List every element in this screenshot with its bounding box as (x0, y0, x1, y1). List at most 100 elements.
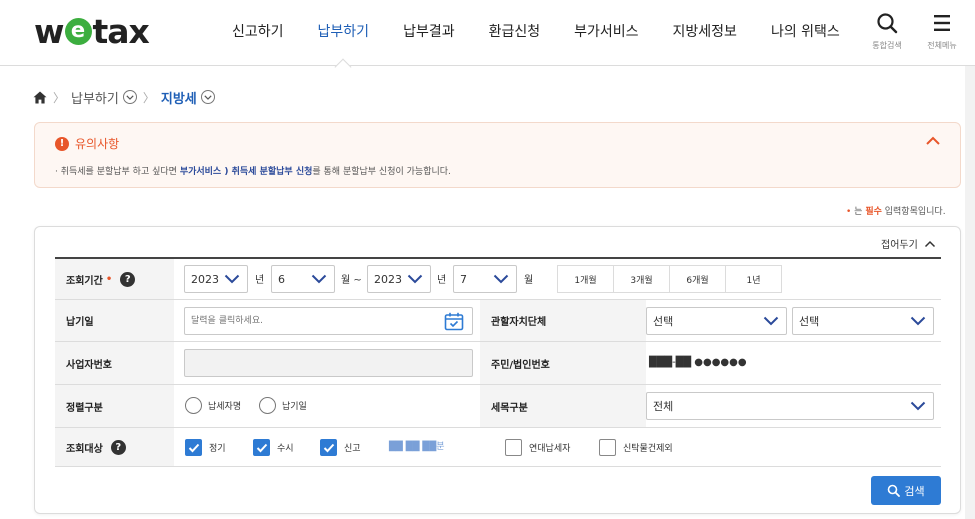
target-label-text: 조회대상 (66, 440, 103, 455)
sort-cell: 납세자명 납기일 (174, 385, 480, 427)
logo-text-w: w (34, 12, 64, 51)
checkbox-unchecked (505, 439, 522, 456)
tax-item-select[interactable]: 전체 (646, 392, 934, 420)
chevron-right-icon: 〉 (143, 89, 155, 106)
period-6-months-button[interactable]: 6개월 (669, 265, 726, 293)
help-icon[interactable]: ? (120, 272, 135, 287)
resident-no-masked: ███-██ ●●●●●● (649, 357, 747, 368)
required-note: • 는 필수 입력항목입니다. (846, 204, 946, 217)
check-regular[interactable]: 정기 (185, 439, 226, 456)
row-pay-date: 납기일 관할자치단체 선택 선택 (55, 300, 941, 342)
check-occasional[interactable]: 수시 (253, 439, 294, 456)
check-report[interactable]: 신고 (320, 439, 361, 456)
tax-item-label: 세목구분 (480, 385, 646, 427)
sort-label: 정렬구분 (55, 385, 174, 427)
check-icon (188, 443, 200, 453)
required-note-must: 필수 (865, 207, 882, 217)
breadcrumb-level2[interactable]: 지방세 (161, 88, 197, 107)
notice-title: ! 유의사항 (55, 135, 119, 152)
period-1-year-button[interactable]: 1년 (725, 265, 782, 293)
period-label-text: 조회기간 (66, 272, 103, 287)
search-label: 통합검색 (864, 40, 910, 51)
pay-date-label: 납기일 (55, 300, 174, 341)
jurisdiction-province-value: 선택 (653, 313, 673, 329)
search-form-table: 조회기간 • ? 2023 년 6 월 ~ 2023 년 7 (55, 257, 941, 467)
to-month-select[interactable]: 7 (453, 265, 517, 293)
chevron-down-icon (910, 401, 926, 411)
nav-extra-services[interactable]: 부가서비스 (557, 0, 655, 66)
jurisdiction-label-text: 관할자치단체 (491, 313, 546, 328)
nav-file-report[interactable]: 신고하기 (215, 0, 301, 66)
required-star: • (106, 274, 112, 285)
sort-by-taxpayer-radio[interactable]: 납세자명 (185, 397, 241, 414)
radio-circle (185, 397, 202, 414)
notice-box: ! 유의사항 · 취득세를 분할납부 하고 싶다면 부가서비스 ) 취득세 분할… (34, 122, 961, 188)
checkbox-checked (253, 439, 270, 456)
jurisdiction-city-value: 선택 (799, 313, 819, 329)
chevron-down-icon (763, 316, 779, 326)
chevron-up-icon (924, 240, 936, 248)
integrated-search-button[interactable]: 통합검색 (864, 12, 910, 51)
nav-local-tax-info[interactable]: 지방세정보 (656, 0, 754, 66)
notice-text: · 취득세를 분할납부 하고 싶다면 부가서비스 ) 취득세 분할납부 신청를 … (55, 164, 451, 177)
to-year-select[interactable]: 2023 (367, 265, 431, 293)
biz-no-label-text: 사업자번호 (66, 356, 112, 371)
required-note-post: 입력항목입니다. (882, 207, 946, 217)
all-menu-button[interactable]: 전체메뉴 (919, 12, 965, 51)
check-icon (256, 443, 268, 453)
biz-no-label: 사업자번호 (55, 342, 174, 384)
nav-payment[interactable]: 납부하기 (301, 0, 387, 66)
row-target: 조회대상 ? 정기 수시 신고 ██ ██ ██분 연대납세자 (55, 428, 941, 467)
help-icon[interactable]: ? (111, 440, 126, 455)
from-month-select[interactable]: 6 (271, 265, 335, 293)
check-report-label: 신고 (344, 441, 361, 454)
menu-label: 전체메뉴 (919, 40, 965, 51)
collapse-button[interactable]: 접어두기 (881, 236, 936, 251)
checkbox-checked (320, 439, 337, 456)
sort-label-text: 정렬구분 (66, 399, 103, 414)
required-note-pre: 는 (851, 207, 865, 217)
from-year-select[interactable]: 2023 (184, 265, 248, 293)
nav-refund[interactable]: 환급신청 (472, 0, 558, 66)
search-icon (876, 12, 898, 34)
home-icon[interactable] (33, 91, 47, 104)
search-button[interactable]: 검색 (871, 476, 941, 505)
pay-date-input[interactable] (184, 307, 473, 335)
breadcrumb: 〉 납부하기 〉 지방세 (33, 88, 215, 106)
check-icon (323, 443, 335, 453)
pay-date-cell (174, 300, 480, 341)
target-label: 조회대상 ? (55, 428, 174, 466)
nav-payment-result[interactable]: 납부결과 (386, 0, 472, 66)
from-year-value: 2023 (191, 273, 219, 286)
resident-no-label-text: 주민/법인번호 (491, 356, 550, 371)
header: w e tax 신고하기 납부하기 납부결과 환급신청 부가서비스 지방세정보 … (0, 0, 975, 66)
scrollbar-track[interactable] (965, 66, 975, 519)
warning-icon: ! (55, 137, 69, 151)
chevron-up-icon[interactable] (924, 132, 942, 150)
sort-by-due-date-radio[interactable]: 납기일 (259, 397, 307, 414)
check-exclude-trust[interactable]: 신탁물건제외 (599, 439, 673, 456)
jurisdiction-city-select[interactable]: 선택 (792, 307, 934, 335)
nav-my-wetax[interactable]: 나의 위택스 (754, 0, 857, 66)
target-cell: 정기 수시 신고 ██ ██ ██분 연대납세자 신탁물건제외 (174, 428, 941, 466)
sort-by-taxpayer-label: 납세자명 (208, 399, 241, 412)
calendar-icon[interactable] (444, 312, 464, 331)
biz-no-input (184, 349, 473, 377)
chevron-down-icon[interactable] (123, 90, 137, 104)
jurisdiction-province-select[interactable]: 선택 (646, 307, 787, 335)
to-month-value: 7 (460, 273, 467, 286)
chevron-down-icon[interactable] (201, 90, 215, 104)
chevron-down-icon (311, 274, 327, 284)
resident-no-label: 주민/법인번호 (480, 342, 646, 384)
check-masked-item[interactable]: ██ ██ ██분 (389, 439, 445, 452)
chevron-right-icon: 〉 (53, 89, 65, 106)
logo-text-tax: tax (93, 12, 149, 51)
row-biz-number: 사업자번호 주민/법인번호 ███-██ ●●●●●● (55, 342, 941, 385)
period-3-months-button[interactable]: 3개월 (613, 265, 670, 293)
notice-link[interactable]: 부가서비스 ) 취득세 분할납부 신청 (180, 167, 313, 177)
breadcrumb-level1[interactable]: 납부하기 (71, 88, 119, 107)
check-joint-taxpayer[interactable]: 연대납세자 (505, 439, 570, 456)
to-year-value: 2023 (374, 273, 402, 286)
period-1-month-button[interactable]: 1개월 (557, 265, 614, 293)
wetax-logo[interactable]: w e tax (34, 14, 149, 48)
